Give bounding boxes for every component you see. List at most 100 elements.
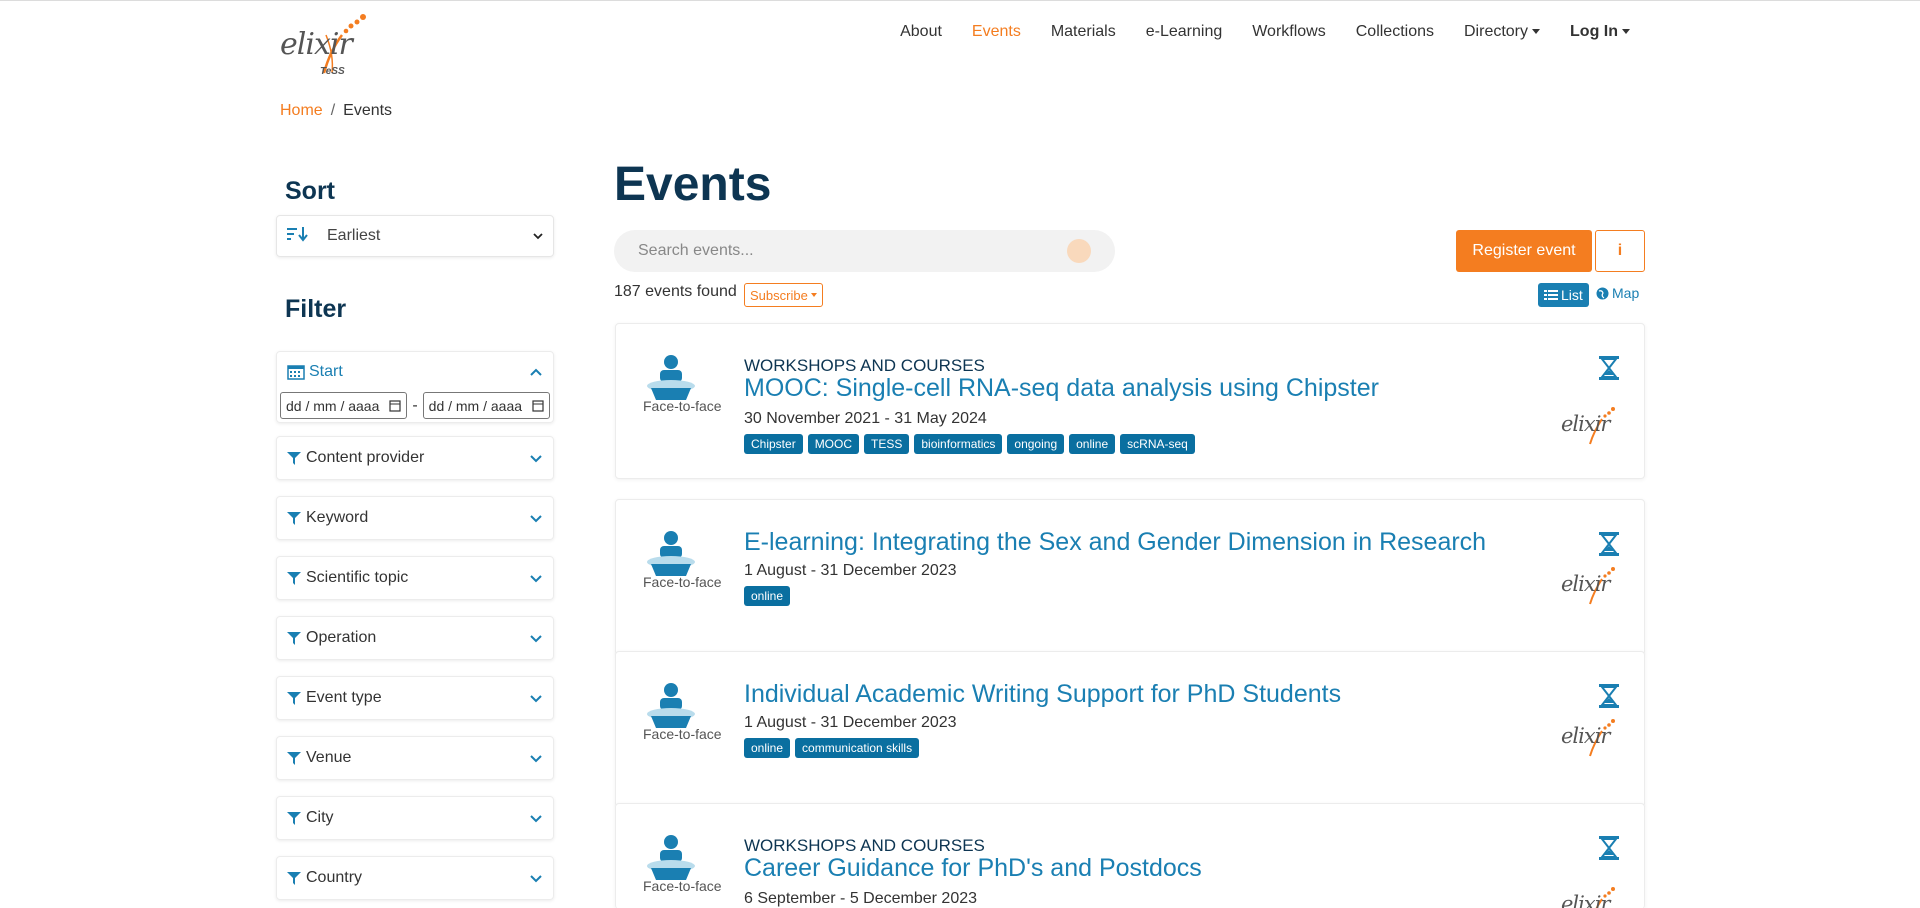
filter-scientific-topic[interactable]: Scientific topic — [276, 556, 554, 600]
event-card: Face-to-face Individual Academic Writing… — [615, 651, 1645, 807]
search-icon[interactable] — [1067, 239, 1091, 263]
filter-operation[interactable]: Operation — [276, 616, 554, 660]
sort-value: Earliest — [327, 227, 381, 244]
keyword-tag[interactable]: bioinformatics — [914, 434, 1003, 454]
funnel-icon — [287, 452, 301, 465]
date-placeholder: dd / mm / aaaa — [428, 397, 523, 414]
info-button[interactable]: i — [1595, 230, 1645, 272]
content-provider-logo[interactable]: elixir — [1561, 716, 1621, 760]
filter-label: Country — [306, 869, 363, 886]
filter-content-provider[interactable]: Content provider — [276, 436, 554, 480]
caret-down-icon — [1532, 29, 1541, 35]
event-title-link[interactable]: E-learning: Integrating the Sex and Gend… — [744, 528, 1486, 557]
subscribe-label: Subscribe — [750, 287, 808, 303]
chevron-down-icon — [530, 635, 542, 643]
person-icon — [647, 531, 695, 576]
register-event-button[interactable]: Register event — [1456, 230, 1592, 272]
keyword-tag[interactable]: Chipster — [744, 434, 803, 454]
funnel-icon — [287, 632, 301, 645]
keyword-tag[interactable]: online — [744, 586, 791, 606]
page-title: Events — [614, 158, 772, 211]
chevron-down-icon — [530, 695, 542, 703]
sort-heading: Sort — [285, 177, 335, 205]
filter-keyword[interactable]: Keyword — [276, 496, 554, 540]
funnel-icon — [287, 572, 301, 585]
sort-select[interactable]: Earliest — [276, 215, 554, 257]
funnel-icon — [287, 872, 301, 885]
filter-label: Content provider — [306, 449, 425, 466]
elixir-tess-logo[interactable]: elixir TeSS — [280, 11, 376, 81]
chevron-down-icon — [530, 515, 542, 523]
event-date: 1 August - 31 December 2023 — [744, 714, 957, 731]
content-provider-logo[interactable]: elixir — [1561, 564, 1621, 608]
caret-down-icon — [810, 293, 817, 297]
keyword-tag[interactable]: communication skills — [795, 738, 920, 758]
event-title-link[interactable]: Individual Academic Writing Support for … — [744, 680, 1341, 709]
list-icon — [1544, 290, 1558, 300]
caret-down-icon — [1622, 29, 1630, 35]
nav-events[interactable]: Events — [972, 23, 1021, 41]
keyword-tag[interactable]: online — [1069, 434, 1116, 454]
hourglass-icon — [1599, 532, 1619, 556]
event-date: 30 November 2021 - 31 May 2024 — [744, 410, 987, 427]
chevron-down-icon — [530, 755, 542, 763]
content-provider-logo[interactable]: elixir — [1561, 884, 1621, 908]
start-date-to-input[interactable]: dd / mm / aaaa — [422, 392, 550, 419]
nav-elearning[interactable]: e-Learning — [1146, 23, 1223, 41]
keyword-tag[interactable]: MOOC — [807, 434, 860, 454]
filter-label: Operation — [306, 629, 377, 646]
search-input[interactable]: Search events... — [614, 230, 1115, 272]
map-label: Map — [1612, 285, 1640, 301]
person-icon — [647, 355, 695, 400]
subscribe-button[interactable]: Subscribe — [744, 283, 823, 307]
breadcrumb-home[interactable]: Home — [280, 102, 323, 119]
chevron-down-icon — [530, 455, 542, 463]
nav-directory[interactable]: Directory — [1464, 23, 1541, 41]
logo-text: elixir — [1561, 892, 1610, 908]
hourglass-icon — [1599, 684, 1619, 708]
chevron-down-icon — [530, 575, 542, 583]
filter-event-type[interactable]: Event type — [276, 676, 554, 720]
filter-label: City — [306, 809, 334, 826]
nav-collections[interactable]: Collections — [1356, 23, 1434, 41]
map-view-button[interactable]: Map — [1596, 285, 1639, 301]
content-provider-logo[interactable]: elixir — [1561, 404, 1621, 448]
nav-about[interactable]: About — [900, 23, 942, 41]
chevron-down-icon — [530, 875, 542, 883]
event-mode-label: Face-to-face — [643, 398, 722, 414]
keyword-tag[interactable]: scRNA-seq — [1120, 434, 1195, 454]
filter-label: Keyword — [306, 509, 369, 526]
event-type: WORKSHOPS AND COURSES — [744, 356, 985, 375]
start-date-from-input[interactable]: dd / mm / aaaa — [280, 392, 408, 419]
event-mode-label: Face-to-face — [643, 878, 722, 894]
logo-text: elixir — [280, 27, 353, 62]
nav-directory-label: Directory — [1464, 23, 1529, 40]
event-mode-label: Face-to-face — [643, 726, 722, 742]
logo-text: elixir — [1561, 724, 1610, 748]
keyword-tag[interactable]: online — [744, 738, 791, 758]
search-placeholder: Search events... — [638, 242, 754, 259]
filter-label: Scientific topic — [306, 569, 409, 586]
event-title-link[interactable]: MOOC: Single-cell RNA-seq data analysis … — [744, 374, 1379, 403]
info-icon: i — [1617, 242, 1623, 259]
nav-workflows[interactable]: Workflows — [1252, 23, 1326, 41]
nav-materials[interactable]: Materials — [1051, 23, 1116, 41]
keyword-tag[interactable]: ongoing — [1007, 434, 1065, 454]
hourglass-icon — [1599, 356, 1619, 380]
date-placeholder: dd / mm / aaaa — [286, 397, 380, 414]
person-icon — [647, 835, 695, 880]
start-filter-header[interactable]: Start — [277, 352, 553, 392]
filter-city[interactable]: City — [276, 796, 554, 840]
event-tags: Chipster MOOC TESS bioinformatics ongoin… — [744, 434, 1195, 454]
hourglass-icon — [1599, 836, 1619, 860]
list-view-button[interactable]: List — [1538, 283, 1589, 307]
event-mode-label: Face-to-face — [643, 574, 722, 590]
filter-venue[interactable]: Venue — [276, 736, 554, 780]
logo-text: elixir — [1561, 572, 1610, 596]
keyword-tag[interactable]: TESS — [864, 434, 910, 454]
calendar-icon — [287, 365, 305, 380]
nav-login[interactable]: Log In — [1570, 23, 1630, 41]
event-tags: online — [744, 586, 791, 606]
event-title-link[interactable]: Career Guidance for PhD's and Postdocs — [744, 854, 1202, 883]
filter-country[interactable]: Country — [276, 856, 554, 900]
